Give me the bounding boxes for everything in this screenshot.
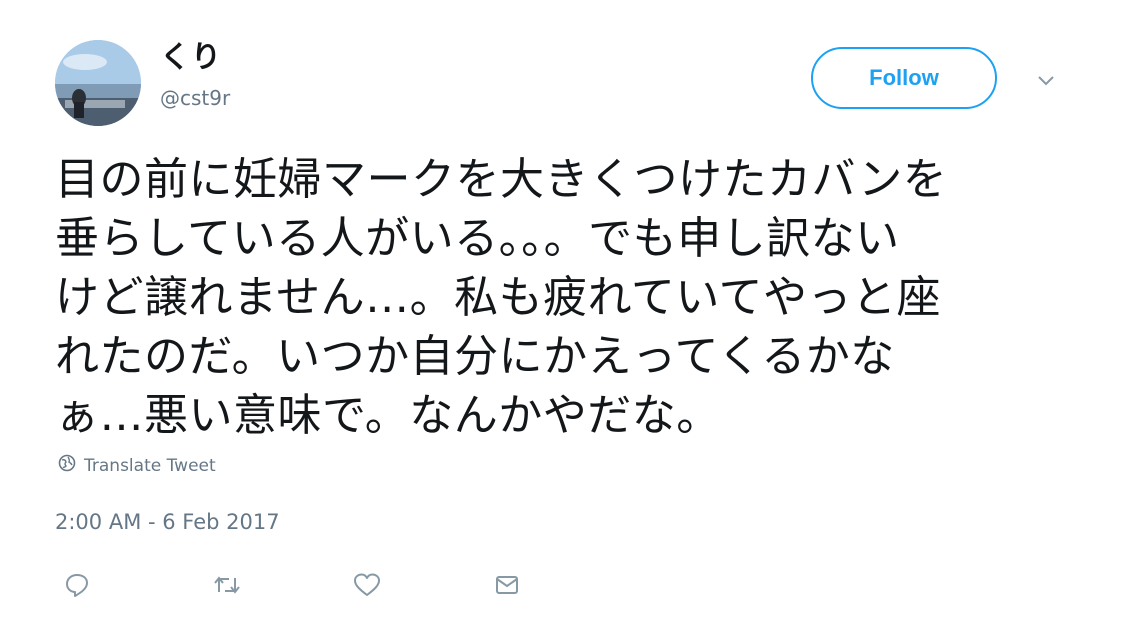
heart-icon xyxy=(354,573,380,596)
reply-icon xyxy=(66,574,88,597)
globe-icon xyxy=(58,454,76,477)
like-button[interactable] xyxy=(350,568,384,602)
tweet-text: 目の前に妊婦マークを大きくつけたカバンを 垂らしている人がいる。。。でも申し訳な… xyxy=(55,154,948,441)
tweet-card: くり @cst9r Follow 目の前に妊婦マークを大きくつけたカバンを 垂ら… xyxy=(0,0,1125,639)
follow-button[interactable]: Follow xyxy=(811,47,997,109)
retweet-button[interactable] xyxy=(210,568,244,602)
display-name[interactable]: くり xyxy=(160,38,222,78)
avatar[interactable] xyxy=(55,40,141,126)
envelope-icon xyxy=(496,576,518,594)
translate-label: Translate Tweet xyxy=(84,455,216,476)
chevron-down-icon[interactable] xyxy=(1034,70,1058,90)
translate-tweet-link[interactable]: Translate Tweet xyxy=(58,454,216,477)
avatar-photo xyxy=(55,40,141,126)
reply-button[interactable] xyxy=(60,568,94,602)
timestamp[interactable]: 2:00 AM - 6 Feb 2017 xyxy=(55,507,280,537)
retweet-icon xyxy=(214,576,240,594)
user-handle[interactable]: @cst9r xyxy=(160,84,230,112)
direct-message-button[interactable] xyxy=(490,568,524,602)
